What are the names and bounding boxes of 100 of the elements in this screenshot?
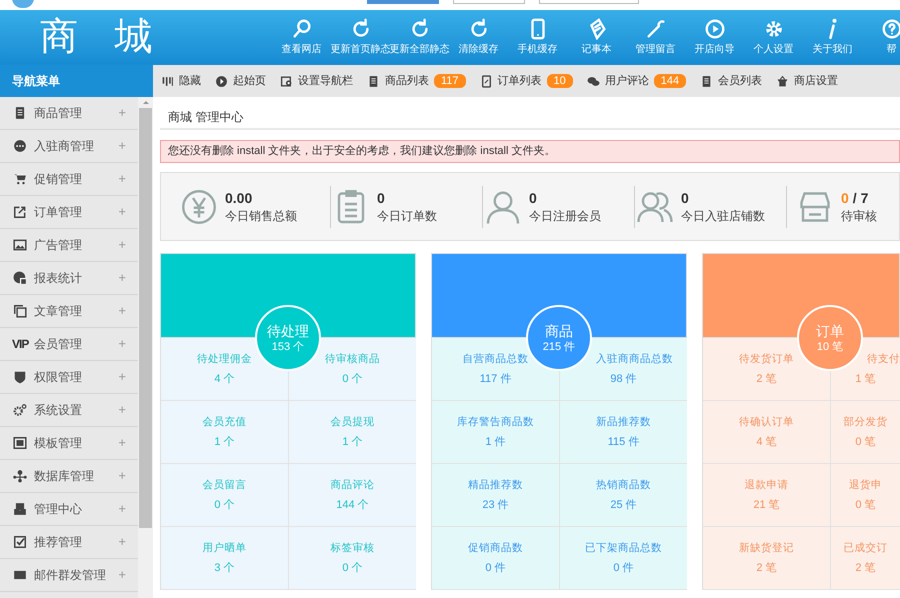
metric-label: 热销商品数 [596,478,651,492]
toolbar-button[interactable]: 记事本 [567,10,626,65]
vip-label: VIP [12,338,28,350]
circle-total: 153 个 [272,340,304,354]
expand-icon[interactable]: + [118,268,126,288]
metric-value: 25 件 [610,498,637,512]
toolbar-button[interactable]: 更新首页静态 [331,10,390,65]
top-field[interactable] [539,0,639,4]
stat-value: 0 [841,188,849,206]
count-badge: 144 [654,74,686,88]
shield-icon [13,370,27,384]
metric-value: 23 件 [482,498,509,512]
metric-label: 标签审核 [330,541,374,555]
metric-label: 退货申 [849,478,882,492]
circle-title: 订单 [816,322,844,340]
metric-label: 会员留言 [202,478,246,492]
quick-link[interactable]: 订单列表 10 [480,72,573,90]
metric-value: 0 个 [214,498,235,512]
dots-icon [13,139,27,153]
stat-value: 0 [529,188,537,206]
metric-value: 2 笔 [855,561,876,575]
metric-label: 退款申请 [744,478,788,492]
document-icon [13,106,27,120]
copy-icon [13,304,27,318]
quick-link[interactable]: 商品列表 117 [367,72,466,90]
toolbar-button[interactable]: 手机缓存 [508,10,567,65]
play-icon [704,18,726,40]
stat-label: 今日订单数 [377,208,437,224]
metric-label: 待处理佣金 [197,352,252,366]
quick-link[interactable]: 会员列表 [700,72,762,90]
metric-label: 自营商品总数 [462,352,528,366]
scroll-up-icon[interactable] [142,101,148,104]
expand-icon[interactable]: + [118,136,126,156]
expand-icon[interactable]: + [118,103,126,123]
metric-label: 新缺货登记 [739,541,794,555]
toolbar-button[interactable]: 关于我们 [803,10,862,65]
toolbar-button[interactable]: 开店向导 [685,10,744,65]
metric-value: 1 个 [342,435,363,449]
metric-value: 21 笔 [753,498,780,512]
top-button[interactable] [367,0,439,4]
metric-label: 会员充值 [202,415,246,429]
scroll-thumb[interactable] [139,108,152,528]
metric-value: 4 个 [214,372,235,386]
metric-value: 3 个 [214,561,235,575]
stat-label: 今日入驻店铺数 [681,208,765,224]
expand-icon[interactable]: + [118,169,126,189]
metric-value: 98 件 [610,372,637,386]
expand-icon[interactable]: + [118,367,126,387]
chat-icon [586,74,600,88]
toolbar-button[interactable]: 管理留言 [626,10,685,65]
bars-icon [161,74,174,88]
count-badge: 117 [434,74,466,88]
expand-icon[interactable]: + [118,466,126,486]
info-icon [828,18,837,40]
template-icon [13,436,27,450]
document-icon [367,74,380,88]
metric-label: 待确认订单 [739,415,794,429]
metric-label: 已下架商品总数 [585,541,662,555]
metric-label: 促销商品数 [468,541,523,555]
expand-icon[interactable]: + [118,565,126,585]
top-field[interactable] [453,0,525,4]
expand-icon[interactable]: + [118,202,126,222]
expand-icon[interactable]: + [118,532,126,552]
circle-title: 待处理 [267,322,309,340]
help-icon [880,18,900,40]
metric-label: 已成交订 [844,541,888,555]
expand-icon[interactable]: + [118,334,126,354]
quick-link[interactable]: 商店设置 [776,72,838,90]
metric-label: 会员提现 [330,415,374,429]
toolbar-button[interactable]: 帮 [862,10,900,65]
stat-value: 0.00 [225,188,252,206]
stat-label: 今日注册会员 [529,208,601,224]
toolbar-button[interactable]: 查看网店 [272,10,331,65]
breadcrumb: 商城 管理中心 [160,104,900,130]
metric-value: 2 笔 [756,561,777,575]
metric-label: 待发货订单 [739,352,794,366]
expand-icon[interactable]: + [118,301,126,321]
circle-total: 215 件 [542,340,576,354]
scrollbar[interactable] [138,97,153,598]
quick-link[interactable]: 隐藏 [161,72,201,90]
quick-link[interactable]: 起始页 [215,72,266,90]
warning-alert: 您还没有删除 install 文件夹，出于安全的考虑，我们建议您删除 install 文件夹。 [160,140,900,163]
metric-value: 1 笔 [855,372,876,386]
wrench-icon [644,18,666,40]
toolbar-button[interactable]: 个人设置 [744,10,803,65]
quick-link[interactable]: 设置导航栏 [280,72,353,90]
expand-icon[interactable]: + [118,235,126,255]
metric-label: 待审核商品 [325,352,380,366]
metric-label: 库存警告商品数 [457,415,534,429]
expand-icon[interactable]: + [118,433,126,453]
metric-value: 0 件 [613,561,634,575]
expand-icon[interactable]: + [118,499,126,519]
toolbar-button[interactable]: 清除缓存 [449,10,508,65]
logo: 商 城 [39,15,154,60]
toolbar-button[interactable]: 更新全部静态 [390,10,449,65]
quick-link[interactable]: 用户评论 144 [586,72,686,90]
metric-value: 0 件 [485,561,506,575]
circle-title: 商品 [545,322,573,340]
circle-total: 10 笔 [816,340,844,354]
expand-icon[interactable]: + [118,400,126,420]
